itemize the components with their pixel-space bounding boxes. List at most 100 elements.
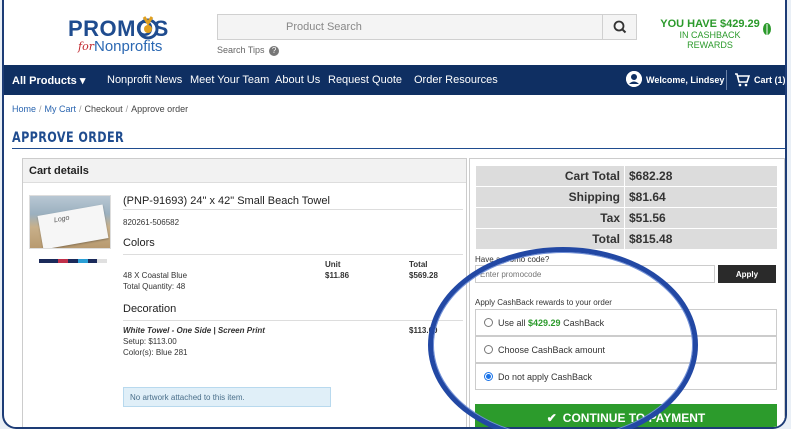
- divider: [123, 320, 463, 321]
- shipping-value: $81.64: [625, 187, 777, 207]
- breadcrumb: Home / My Cart / Checkout / Approve order: [12, 104, 189, 114]
- site-header: PROMOS for Nonprofits Product Search Sea…: [12, 0, 785, 64]
- color-swatch: [58, 259, 69, 263]
- help-icon: ?: [269, 46, 280, 56]
- decoration-setup: Setup: $113.00: [123, 337, 177, 346]
- promo-code-input[interactable]: [475, 265, 715, 283]
- nav-meet-your-team[interactable]: Meet Your Team: [190, 74, 269, 86]
- browser-frame: PROMOS for Nonprofits Product Search Sea…: [2, 0, 787, 429]
- cashback-caption: IN CASHBACK REWARDS: [679, 30, 741, 50]
- line-total: $569.28: [409, 271, 438, 280]
- search-icon: [613, 20, 627, 34]
- search-input[interactable]: Product Search: [286, 21, 362, 33]
- colors-heading: Colors: [123, 237, 155, 249]
- radio-no-cashback[interactable]: [484, 372, 493, 381]
- cart-link[interactable]: Cart (1): [754, 75, 785, 85]
- page: PROMOS for Nonprofits Product Search Sea…: [4, 0, 785, 427]
- nav-all-products[interactable]: All Products ▾: [12, 74, 85, 87]
- title-divider: [12, 148, 785, 149]
- artwork-notice-text: No artwork attached to this item.: [130, 393, 245, 402]
- totals-row: Cart Total $682.28: [475, 166, 777, 186]
- order-summary-panel: Cart Total $682.28 Shipping $81.64 Tax $51.…: [469, 158, 785, 427]
- tax-label: Tax: [476, 208, 624, 228]
- apply-promo-button[interactable]: Apply: [718, 265, 776, 283]
- option-use-all-post: CashBack: [560, 318, 605, 328]
- cashback-option-choose[interactable]: Choose CashBack amount: [475, 336, 777, 363]
- totals-row: Total $815.48: [475, 229, 777, 249]
- option-none-label: Do not apply CashBack: [498, 372, 593, 382]
- search-tips-label: Search Tips: [217, 45, 265, 55]
- grand-total-value: $815.48: [625, 229, 777, 249]
- checkmark-icon: ✔: [546, 411, 557, 425]
- decoration-name: White Towel - One Side | Screen Print: [123, 326, 265, 335]
- cashback-option-none[interactable]: Do not apply CashBack: [475, 363, 777, 390]
- search-button[interactable]: [602, 15, 636, 39]
- product-thumbnail[interactable]: Logo: [29, 195, 111, 249]
- totals-table: Cart Total $682.28 Shipping $81.64 Tax $51.…: [475, 166, 777, 250]
- color-swatch: [48, 259, 59, 263]
- nav-about-us[interactable]: About Us: [275, 74, 320, 86]
- decoration-heading: Decoration: [123, 303, 177, 315]
- color-swatch: [77, 259, 88, 263]
- unit-price: $11.86: [325, 271, 350, 280]
- total-header: Total: [409, 260, 428, 269]
- total-quantity: Total Quantity: 48: [123, 282, 186, 291]
- user-avatar-icon: [626, 71, 642, 87]
- cart-details-heading: Cart details: [29, 165, 89, 177]
- cart-details-header: Cart details: [23, 159, 466, 183]
- search-tips-link[interactable]: Search Tips ?: [217, 45, 280, 56]
- color-swatch: [97, 259, 108, 263]
- nav-order-resources[interactable]: Order Resources: [414, 74, 498, 86]
- color-line: 48 X Coastal Blue: [123, 271, 188, 280]
- cashback-banner[interactable]: YOU HAVE $429.29 IN CASHBACK REWARDS: [660, 18, 760, 50]
- nav-nonprofit-news[interactable]: Nonprofit News: [107, 74, 182, 86]
- cart-details-panel: Cart details Logo (PNP-91693) 24" x 42" …: [22, 158, 467, 427]
- option-use-all-label: Use all $429.29 CashBack: [498, 318, 604, 328]
- welcome-user[interactable]: Welcome, Lindsey: [646, 75, 724, 85]
- decoration-total: $113.00: [409, 326, 438, 335]
- totals-row: Shipping $81.64: [475, 187, 777, 207]
- cashback-amount: YOU HAVE $429.29: [660, 18, 760, 30]
- shipping-label: Shipping: [476, 187, 624, 207]
- tax-value: $51.56: [625, 208, 777, 228]
- logo-for: for: [78, 40, 94, 53]
- page-title: APPROVE ORDER: [12, 130, 125, 146]
- color-swatch: [87, 259, 98, 263]
- cashback-leaf-icon: [763, 23, 771, 35]
- unit-header: Unit: [325, 260, 341, 269]
- breadcrumb-home[interactable]: Home: [12, 104, 36, 114]
- option-use-all-pre: Use all: [498, 318, 529, 328]
- breadcrumb-current: Approve order: [131, 104, 189, 114]
- main-nav: All Products ▾ Nonprofit News Meet Your …: [4, 65, 785, 95]
- nav-request-quote[interactable]: Request Quote: [328, 74, 402, 86]
- continue-label: CONTINUE TO PAYMENT: [562, 411, 706, 425]
- color-swatch: [68, 259, 78, 263]
- search-bar[interactable]: Product Search: [217, 14, 637, 40]
- option-choose-label: Choose CashBack amount: [498, 345, 606, 355]
- nav-divider: [726, 70, 727, 90]
- product-name[interactable]: (PNP-91693) 24" x 42" Small Beach Towel: [123, 195, 330, 207]
- option-use-all-amount: $429.29: [528, 318, 561, 328]
- radio-choose-amount[interactable]: [484, 345, 493, 354]
- site-logo[interactable]: PROMOS for Nonprofits: [68, 12, 188, 58]
- color-swatches: [39, 259, 108, 263]
- logo-subtitle: Nonprofits: [94, 38, 163, 55]
- towel-image: [37, 204, 109, 248]
- color-swatch: [39, 259, 49, 263]
- breadcrumb-checkout[interactable]: Checkout: [85, 104, 123, 114]
- grand-total-label: Total: [476, 229, 624, 249]
- continue-to-payment-button[interactable]: ✔ CONTINUE TO PAYMENT: [475, 404, 777, 427]
- radio-use-all[interactable]: [484, 318, 493, 327]
- breadcrumb-my-cart[interactable]: My Cart: [45, 104, 77, 114]
- artwork-notice: No artwork attached to this item.: [123, 387, 331, 407]
- divider: [123, 209, 463, 210]
- cart-icon: [735, 73, 750, 87]
- decoration-colors: Color(s): Blue 281: [123, 348, 188, 357]
- cart-total-label: Cart Total: [476, 166, 624, 186]
- totals-row: Tax $51.56: [475, 208, 777, 228]
- nav-all-products-label: All Products: [12, 75, 77, 87]
- product-id: 820261-506582: [123, 218, 180, 227]
- cart-total-value: $682.28: [625, 166, 777, 186]
- cashback-option-use-all[interactable]: Use all $429.29 CashBack: [475, 309, 777, 336]
- promo-code-label: Have a promo code?: [475, 255, 550, 264]
